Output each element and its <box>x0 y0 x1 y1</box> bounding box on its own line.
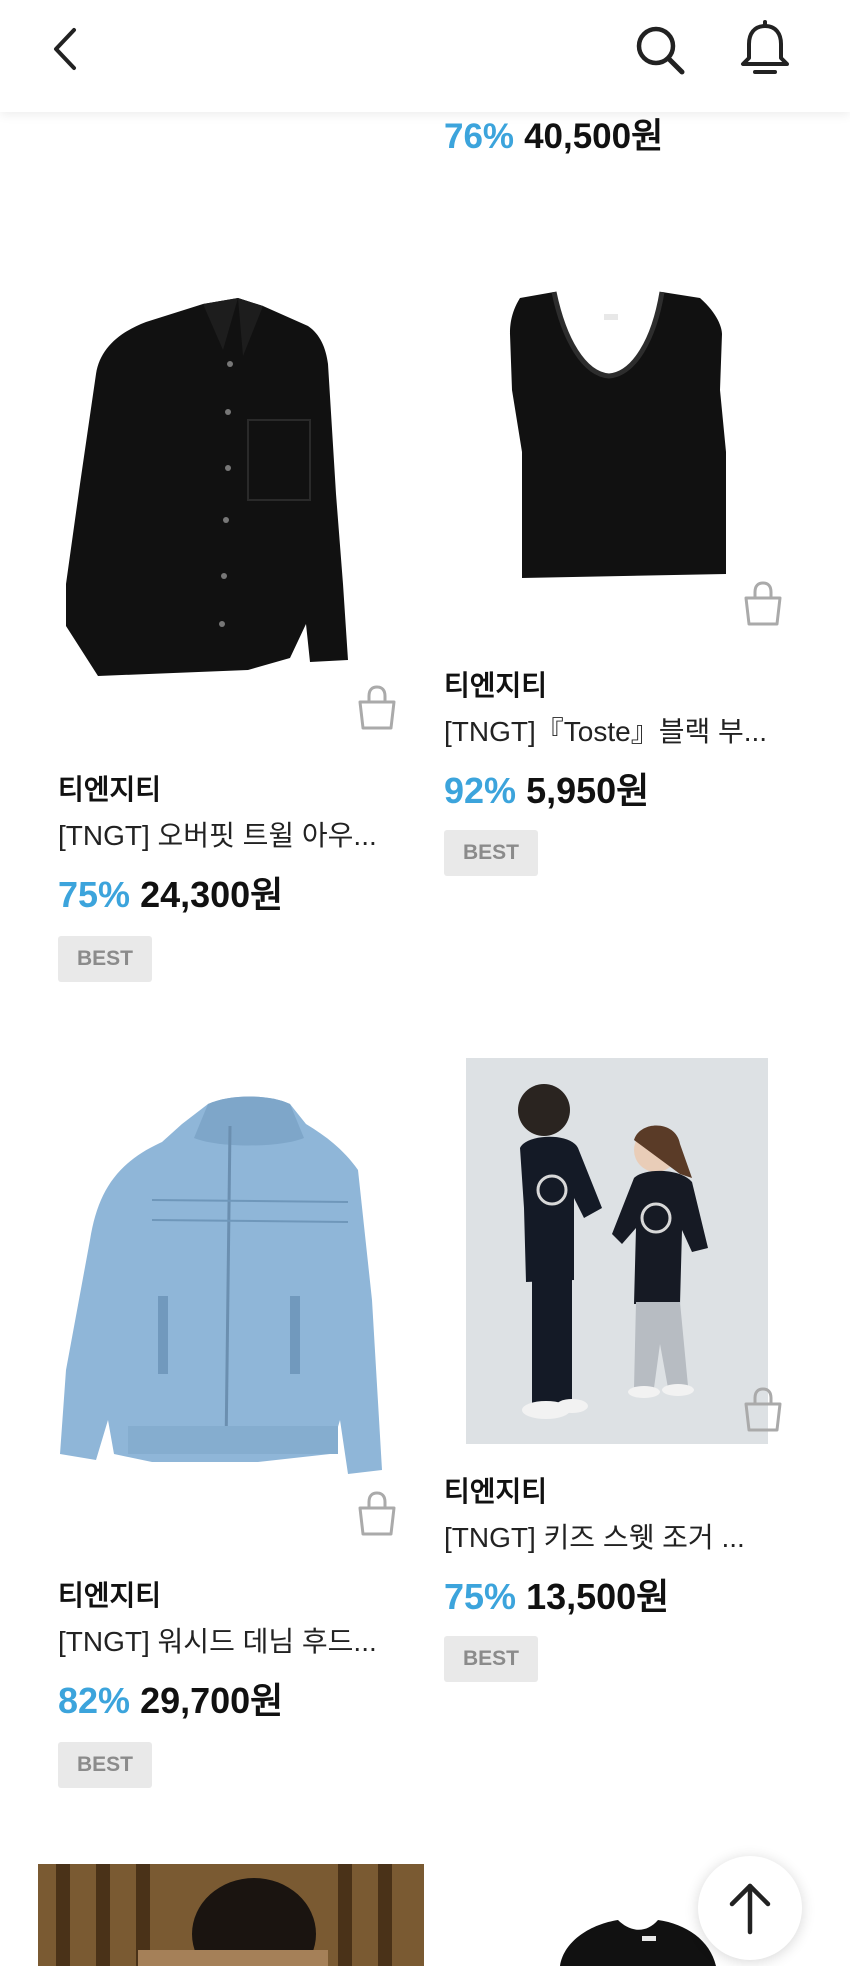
discount-rate: 82% <box>58 1680 131 1721</box>
sale-price: 24,300원 <box>140 874 284 915</box>
shopping-bag-icon[interactable] <box>354 1490 400 1538</box>
best-badge: BEST <box>58 936 152 982</box>
price-row: 75% 13,500원 <box>444 1568 669 1620</box>
product-image-next-photo[interactable] <box>38 1864 424 1966</box>
product-card[interactable]: 티엔지티 [TNGT] 오버핏 트윌 아우... 75% 24,300원 BEST <box>58 284 418 984</box>
brand-name: 티엔지티 <box>444 1476 548 1507</box>
product-card[interactable]: 티엔지티 [TNGT] 키즈 스웻 조거 ... 75% 13,500원 BEST <box>444 1058 804 1698</box>
price-row: 82% 29,700원 <box>58 1672 283 1724</box>
sale-price: 13,500원 <box>526 1576 670 1617</box>
brand-name: 티엔지티 <box>58 774 162 805</box>
shopping-bag-icon[interactable] <box>740 580 786 628</box>
chevron-left-icon[interactable] <box>44 26 90 72</box>
shopping-bag-icon[interactable] <box>354 684 400 732</box>
arrow-up-icon <box>729 1883 771 1935</box>
bell-icon[interactable] <box>737 20 793 78</box>
price-row: 92% 5,950원 <box>444 762 649 814</box>
top-app-bar <box>0 0 850 112</box>
previous-item-price-row: 76% 40,500원 <box>444 108 663 159</box>
price-row: 75% 24,300원 <box>58 866 283 918</box>
product-card[interactable]: 티엔지티 [TNGT]『Toste』블랙 부... 92% 5,950원 BEST <box>444 284 804 884</box>
best-badge: BEST <box>444 1636 538 1682</box>
discount-rate: 92% <box>444 770 517 811</box>
discount-rate: 75% <box>444 1576 517 1617</box>
scroll-to-top-button[interactable] <box>698 1856 802 1960</box>
shopping-bag-icon[interactable] <box>740 1386 786 1434</box>
discount-rate: 75% <box>58 874 131 915</box>
best-badge: BEST <box>444 830 538 876</box>
product-image-kids-sweat-photo[interactable] <box>466 1058 768 1444</box>
product-image-black-knit-vest[interactable] <box>444 284 744 604</box>
search-icon[interactable] <box>632 22 688 78</box>
sale-price: 29,700원 <box>140 1680 284 1721</box>
best-badge: BEST <box>58 1742 152 1788</box>
product-name[interactable]: [TNGT] 오버핏 트윌 아우... <box>58 814 408 854</box>
product-image-black-overshirt[interactable] <box>58 284 408 694</box>
product-name[interactable]: [TNGT]『Toste』블랙 부... <box>444 710 794 750</box>
brand-name: 티엔지티 <box>58 1580 162 1611</box>
product-card[interactable]: 티엔지티 [TNGT] 워시드 데님 후드... 82% 29,700원 BEST <box>58 1090 418 1790</box>
product-image-denim-hood-jacket[interactable] <box>58 1090 408 1510</box>
product-name[interactable]: [TNGT] 워시드 데님 후드... <box>58 1620 408 1660</box>
product-name[interactable]: [TNGT] 키즈 스웻 조거 ... <box>444 1516 794 1556</box>
sale-price: 40,500원 <box>524 117 664 156</box>
sale-price: 5,950원 <box>526 770 650 811</box>
brand-name: 티엔지티 <box>444 670 548 701</box>
discount-rate: 76% <box>444 117 515 156</box>
